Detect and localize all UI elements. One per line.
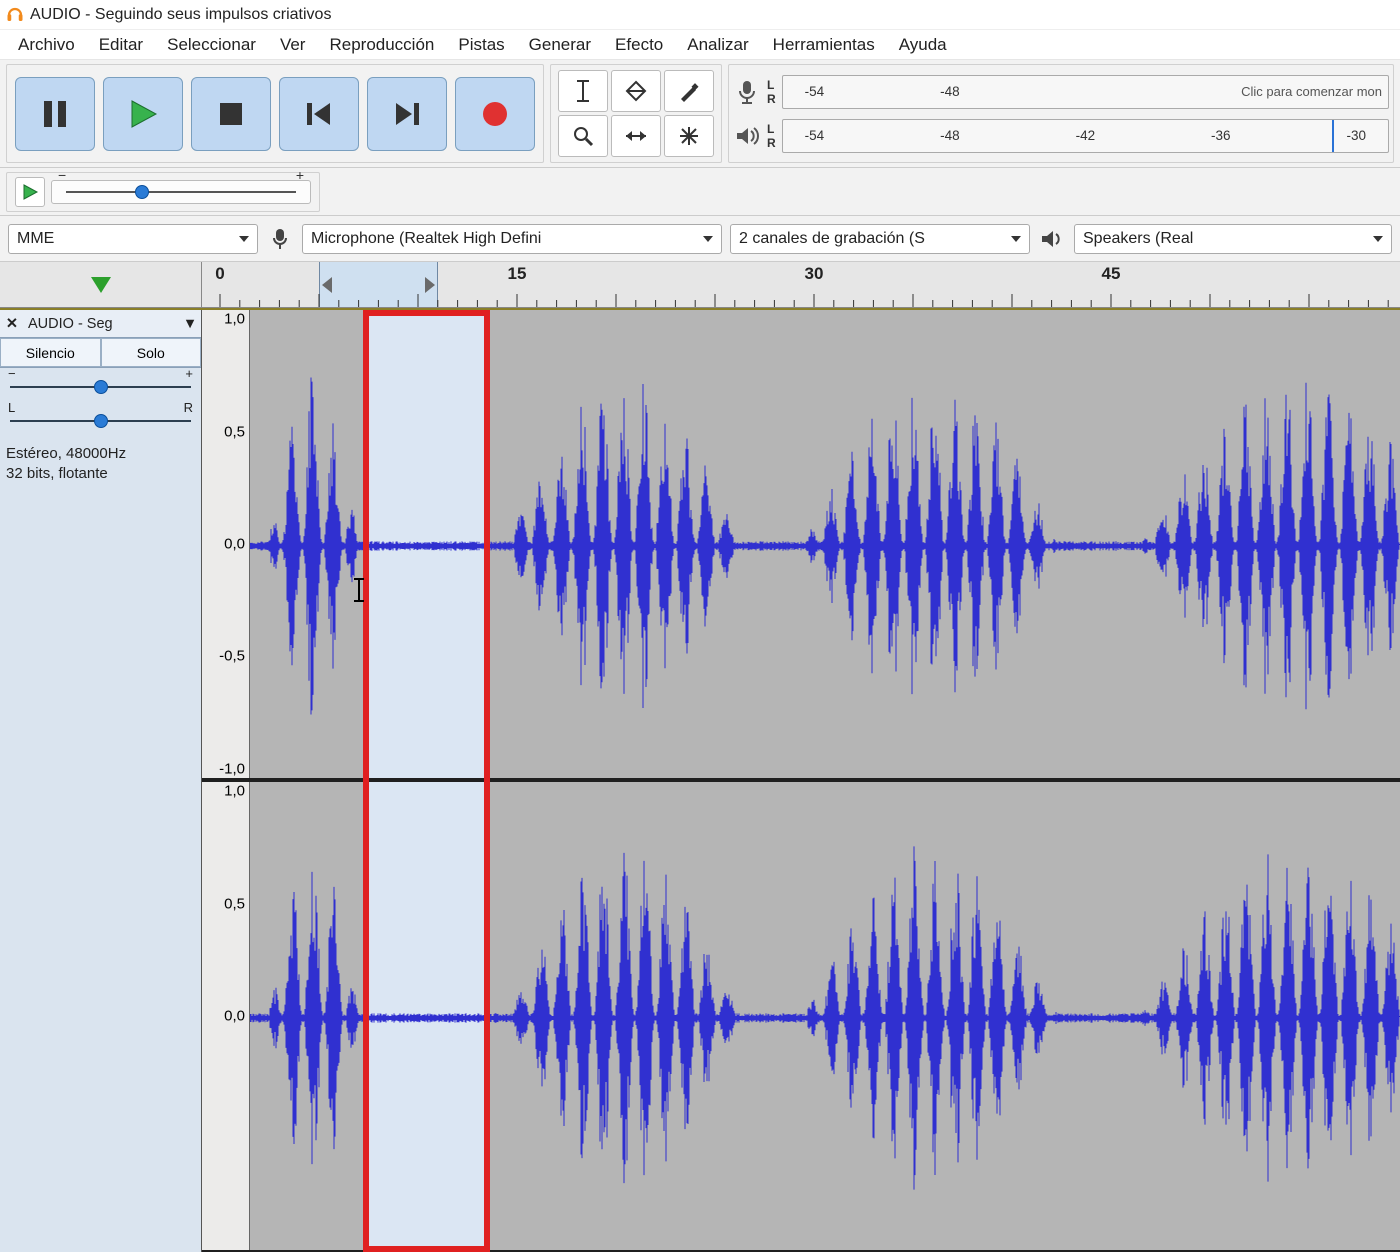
- recording-channels-value: 2 canales de grabación (S: [739, 230, 925, 248]
- edit-tools-toolbar: [550, 64, 722, 163]
- track-close-button[interactable]: ✕: [0, 316, 24, 332]
- recording-meter[interactable]: -54 -48 -42-36-30 Clic para comenzar mon: [782, 75, 1389, 109]
- zoom-tool-icon[interactable]: [558, 115, 608, 157]
- menu-ayuda[interactable]: Ayuda: [887, 32, 959, 58]
- ruler-tick-label: 15: [508, 264, 527, 284]
- timeline-pin-button[interactable]: [0, 262, 202, 307]
- window-title: AUDIO - Seguindo seus impulsos criativos: [30, 6, 331, 24]
- app-icon: [6, 6, 24, 24]
- track-control-panel: ✕ AUDIO - Seg ▼ Silencio Solo − + L R Es…: [0, 310, 202, 1252]
- rec-channel-labels: LR: [767, 78, 776, 106]
- gain-max-label: +: [185, 366, 193, 381]
- record-button[interactable]: [455, 77, 535, 151]
- microphone-icon[interactable]: [733, 78, 761, 106]
- play-tick: -42: [1076, 128, 1096, 143]
- timeline-ruler[interactable]: 0 15 30 45: [202, 262, 1400, 307]
- ibeam-cursor-icon: [352, 576, 366, 604]
- timeshift-tool-icon[interactable]: [611, 115, 661, 157]
- transport-toolbar: [6, 64, 544, 163]
- speed-min-label: −: [58, 167, 66, 183]
- track-menu-button[interactable]: ▼: [179, 316, 201, 332]
- window-titlebar: AUDIO - Seguindo seus impulsos criativos: [0, 0, 1400, 30]
- solo-button[interactable]: Solo: [101, 338, 202, 367]
- menu-efecto[interactable]: Efecto: [603, 32, 675, 58]
- ruler-tick-label: 45: [1102, 264, 1121, 284]
- play-speed-toolbar: − +: [6, 172, 320, 212]
- draw-tool-icon[interactable]: [664, 70, 714, 112]
- recording-channels-select[interactable]: 2 canales de grabación (S: [730, 224, 1030, 254]
- tracks-area: ✕ AUDIO - Seg ▼ Silencio Solo − + L R Es…: [0, 308, 1400, 1252]
- vertical-scale[interactable]: 1,00,50,0-0,5-1,0: [202, 310, 250, 778]
- waveform-lane-right[interactable]: 1,00,50,0: [202, 782, 1400, 1252]
- menu-archivo[interactable]: Archivo: [6, 32, 87, 58]
- waveform-lanes[interactable]: 1,00,50,0-0,5-1,0 1,00,50,0: [202, 310, 1400, 1252]
- envelope-tool-icon[interactable]: [611, 70, 661, 112]
- menu-generar[interactable]: Generar: [517, 32, 603, 58]
- selection-tool-icon[interactable]: [558, 70, 608, 112]
- waveform-canvas[interactable]: [250, 782, 1400, 1250]
- speaker-icon: [1038, 225, 1066, 253]
- pan-slider[interactable]: L R: [0, 402, 201, 436]
- play-button[interactable]: [103, 77, 183, 151]
- playback-device-value: Speakers (Real: [1083, 230, 1193, 248]
- playback-device-select[interactable]: Speakers (Real: [1074, 224, 1392, 254]
- playback-meter[interactable]: -54 -48 -42 -36 -30: [782, 119, 1389, 153]
- menu-herramientas[interactable]: Herramientas: [761, 32, 887, 58]
- menu-editar[interactable]: Editar: [87, 32, 155, 58]
- microphone-icon: [266, 225, 294, 253]
- multi-tool-icon[interactable]: [664, 115, 714, 157]
- track-info-line: 32 bits, flotante: [6, 464, 195, 484]
- menu-seleccionar[interactable]: Seleccionar: [155, 32, 268, 58]
- timeline-ruler-row: 0 15 30 45: [0, 262, 1400, 308]
- menu-ver[interactable]: Ver: [268, 32, 318, 58]
- audio-host-value: MME: [17, 230, 54, 248]
- playhead-flag-icon: [91, 277, 111, 293]
- recording-meter-row: LR -54 -48 -42-36-30 Clic para comenzar …: [733, 71, 1389, 113]
- device-toolbar: MME Microphone (Realtek High Defini 2 ca…: [0, 216, 1400, 262]
- pause-button[interactable]: [15, 77, 95, 151]
- skip-end-button[interactable]: [367, 77, 447, 151]
- play-at-speed-button[interactable]: [15, 177, 45, 207]
- meter-toolbar: LR -54 -48 -42-36-30 Clic para comenzar …: [728, 64, 1394, 163]
- ruler-tick-label: 0: [215, 264, 224, 284]
- play-tick: -30: [1346, 128, 1366, 143]
- menu-reproduccion[interactable]: Reproducción: [317, 32, 446, 58]
- secondary-toolbar-row: − +: [0, 168, 1400, 216]
- speaker-icon[interactable]: [733, 122, 761, 150]
- ruler-tick-label: 30: [805, 264, 824, 284]
- play-tick: -54: [805, 128, 825, 143]
- track-info-line: Estéreo, 48000Hz: [6, 444, 195, 464]
- mute-button[interactable]: Silencio: [0, 338, 101, 367]
- playback-meter-row: LR -54 -48 -42 -36 -30: [733, 115, 1389, 157]
- stop-button[interactable]: [191, 77, 271, 151]
- gain-min-label: −: [8, 366, 16, 381]
- play-tick: -48: [940, 128, 960, 143]
- play-channel-labels: LR: [767, 122, 776, 150]
- recording-device-select[interactable]: Microphone (Realtek High Defini: [302, 224, 722, 254]
- pan-left-label: L: [8, 400, 15, 415]
- menu-pistas[interactable]: Pistas: [446, 32, 516, 58]
- waveform-lane-left[interactable]: 1,00,50,0-0,5-1,0: [202, 310, 1400, 782]
- rec-meter-hint: Clic para comenzar mon: [783, 76, 1388, 108]
- main-toolbar-row: LR -54 -48 -42-36-30 Clic para comenzar …: [0, 60, 1400, 168]
- track-name-label[interactable]: AUDIO - Seg: [24, 316, 179, 332]
- skip-start-button[interactable]: [279, 77, 359, 151]
- speed-max-label: +: [296, 167, 304, 183]
- audio-host-select[interactable]: MME: [8, 224, 258, 254]
- menu-bar: Archivo Editar Seleccionar Ver Reproducc…: [0, 30, 1400, 60]
- menu-analizar[interactable]: Analizar: [675, 32, 760, 58]
- vertical-scale[interactable]: 1,00,50,0: [202, 782, 250, 1250]
- play-tick: -36: [1211, 128, 1231, 143]
- gain-slider[interactable]: − +: [0, 368, 201, 402]
- playback-speed-slider[interactable]: − +: [51, 180, 311, 204]
- recording-device-value: Microphone (Realtek High Defini: [311, 230, 541, 248]
- track-format-info: Estéreo, 48000Hz 32 bits, flotante: [0, 436, 201, 492]
- waveform-canvas[interactable]: [250, 310, 1400, 778]
- play-meter-peak-indicator: [1328, 120, 1338, 152]
- pan-right-label: R: [184, 400, 193, 415]
